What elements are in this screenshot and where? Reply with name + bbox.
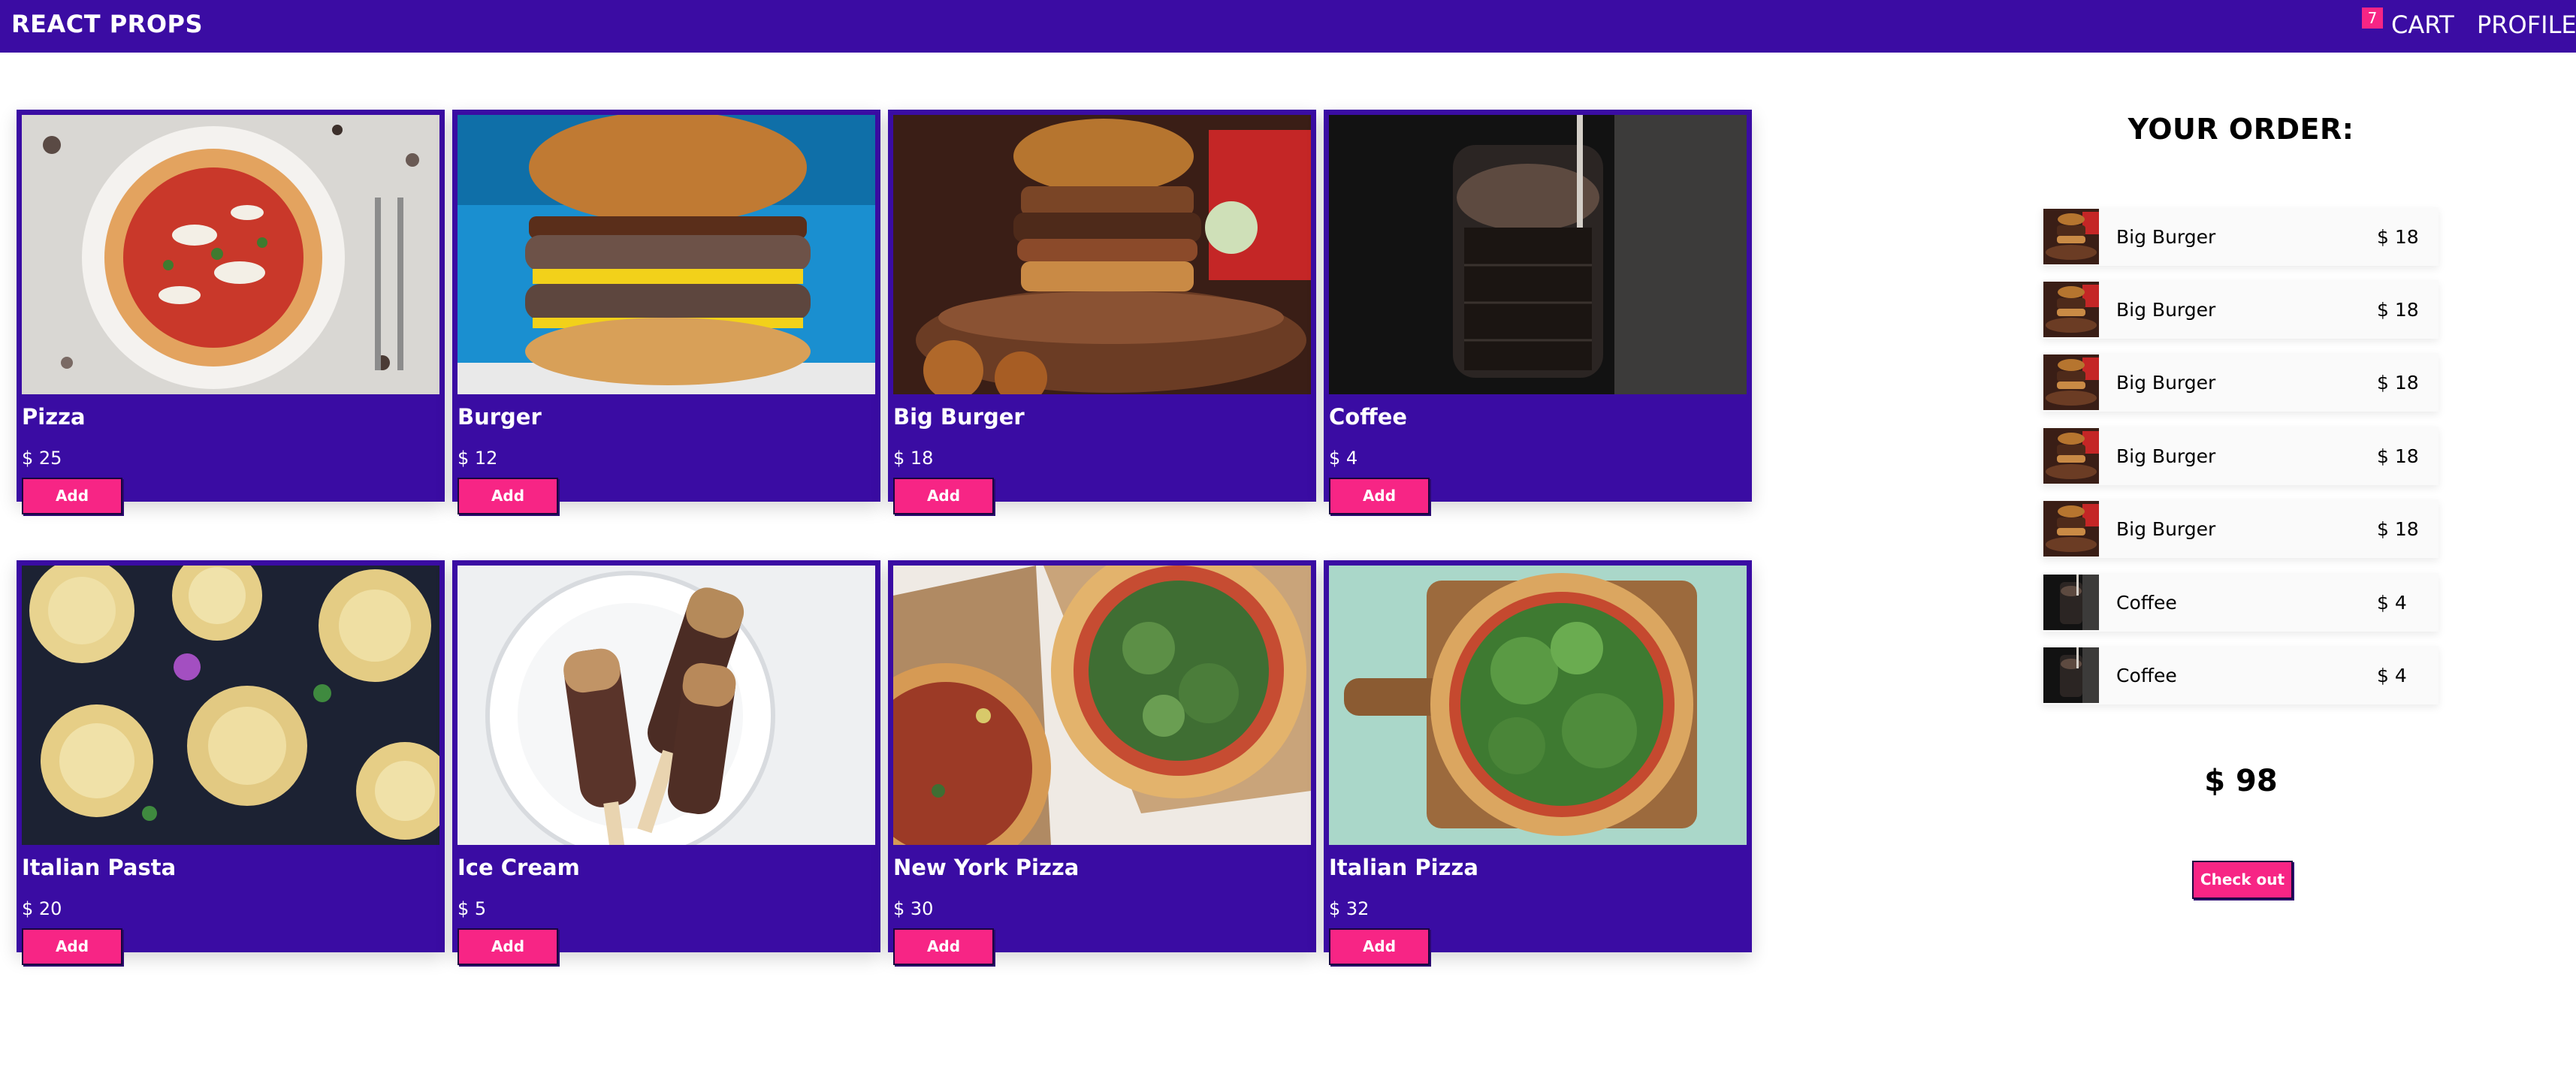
order-item-name: Big Burger [2116, 518, 2216, 540]
pizza-image [22, 115, 439, 394]
order-item-name: Big Burger [2116, 226, 2216, 248]
order-item-name: Big Burger [2116, 445, 2216, 467]
order-item-price: $ 18 [2377, 518, 2419, 540]
product-name: Big Burger [893, 404, 1025, 430]
order-title: YOUR ORDER: [2128, 113, 2354, 146]
big-burger-thumbnail [2043, 209, 2099, 264]
add-big-burger-button[interactable]: Add [893, 478, 994, 514]
product-card-ice-cream: Ice Cream $ 5 Add [452, 560, 880, 965]
add-coffee-button[interactable]: Add [1329, 478, 1430, 514]
order-item: Big Burger $ 18 [2042, 280, 2439, 339]
product-name: New York Pizza [893, 855, 1080, 880]
italian-pasta-image [22, 566, 439, 845]
order-item-price: $ 4 [2377, 592, 2407, 614]
big-burger-thumbnail [2043, 354, 2099, 410]
checkout-button[interactable]: Check out [2192, 861, 2293, 899]
product-name: Ice Cream [458, 855, 580, 880]
coffee-thumbnail [2043, 647, 2099, 703]
product-name: Italian Pizza [1329, 855, 1478, 880]
order-item-name: Big Burger [2116, 299, 2216, 321]
product-price: $ 30 [893, 898, 934, 919]
add-italian-pasta-button[interactable]: Add [22, 928, 122, 965]
cart-count-badge: 7 [2362, 8, 2383, 29]
brand-title[interactable]: REACT PROPS [11, 10, 203, 38]
product-name: Pizza [22, 404, 86, 430]
order-item-name: Coffee [2116, 592, 2177, 614]
burger-image [458, 115, 875, 394]
order-item: Big Burger $ 18 [2042, 353, 2439, 412]
order-item-price: $ 18 [2377, 372, 2419, 394]
new-york-pizza-image [893, 566, 1311, 845]
italian-pizza-image [1329, 566, 1747, 845]
order-item-price: $ 18 [2377, 226, 2419, 248]
product-price: $ 4 [1329, 448, 1358, 469]
order-item: Big Burger $ 18 [2042, 207, 2439, 266]
coffee-thumbnail [2043, 575, 2099, 630]
product-card-coffee: Coffee $ 4 Add [1324, 110, 1752, 514]
big-burger-thumbnail [2043, 282, 2099, 337]
big-burger-image [893, 115, 1311, 394]
product-name: Coffee [1329, 404, 1408, 430]
product-card-italian-pasta: Italian Pasta $ 20 Add [17, 560, 445, 965]
product-price: $ 5 [458, 898, 487, 919]
product-name: Italian Pasta [22, 855, 177, 880]
product-price: $ 12 [458, 448, 498, 469]
order-item: Coffee $ 4 [2042, 646, 2439, 704]
big-burger-thumbnail [2043, 501, 2099, 557]
nav-cart-link[interactable]: CART [2391, 11, 2454, 39]
order-item-name: Big Burger [2116, 372, 2216, 394]
product-price: $ 18 [893, 448, 934, 469]
product-card-italian-pizza: Italian Pizza $ 32 Add [1324, 560, 1752, 965]
big-burger-thumbnail [2043, 428, 2099, 484]
order-item: Big Burger $ 18 [2042, 427, 2439, 485]
order-item-price: $ 18 [2377, 299, 2419, 321]
product-price: $ 20 [22, 898, 62, 919]
order-item: Coffee $ 4 [2042, 573, 2439, 632]
add-italian-pizza-button[interactable]: Add [1329, 928, 1430, 965]
coffee-image [1329, 115, 1747, 394]
product-card-burger: Burger $ 12 Add [452, 110, 880, 514]
order-item-price: $ 4 [2377, 665, 2407, 686]
top-nav: REACT PROPS 7 CART PROFILE [0, 0, 2576, 53]
product-card-pizza: Pizza $ 25 Add [17, 110, 445, 514]
add-burger-button[interactable]: Add [458, 478, 558, 514]
order-total: $ 98 [2204, 764, 2278, 798]
add-pizza-button[interactable]: Add [22, 478, 122, 514]
product-name: Burger [458, 404, 542, 430]
product-price: $ 25 [22, 448, 62, 469]
product-card-big-burger: Big Burger $ 18 Add [888, 110, 1316, 514]
order-item: Big Burger $ 18 [2042, 499, 2439, 558]
product-price: $ 32 [1329, 898, 1370, 919]
product-card-new-york-pizza: New York Pizza $ 30 Add [888, 560, 1316, 965]
add-new-york-pizza-button[interactable]: Add [893, 928, 994, 965]
nav-profile-link[interactable]: PROFILE [2477, 11, 2576, 39]
ice-cream-image [458, 566, 875, 845]
order-item-price: $ 18 [2377, 445, 2419, 467]
add-ice-cream-button[interactable]: Add [458, 928, 558, 965]
order-item-name: Coffee [2116, 665, 2177, 686]
